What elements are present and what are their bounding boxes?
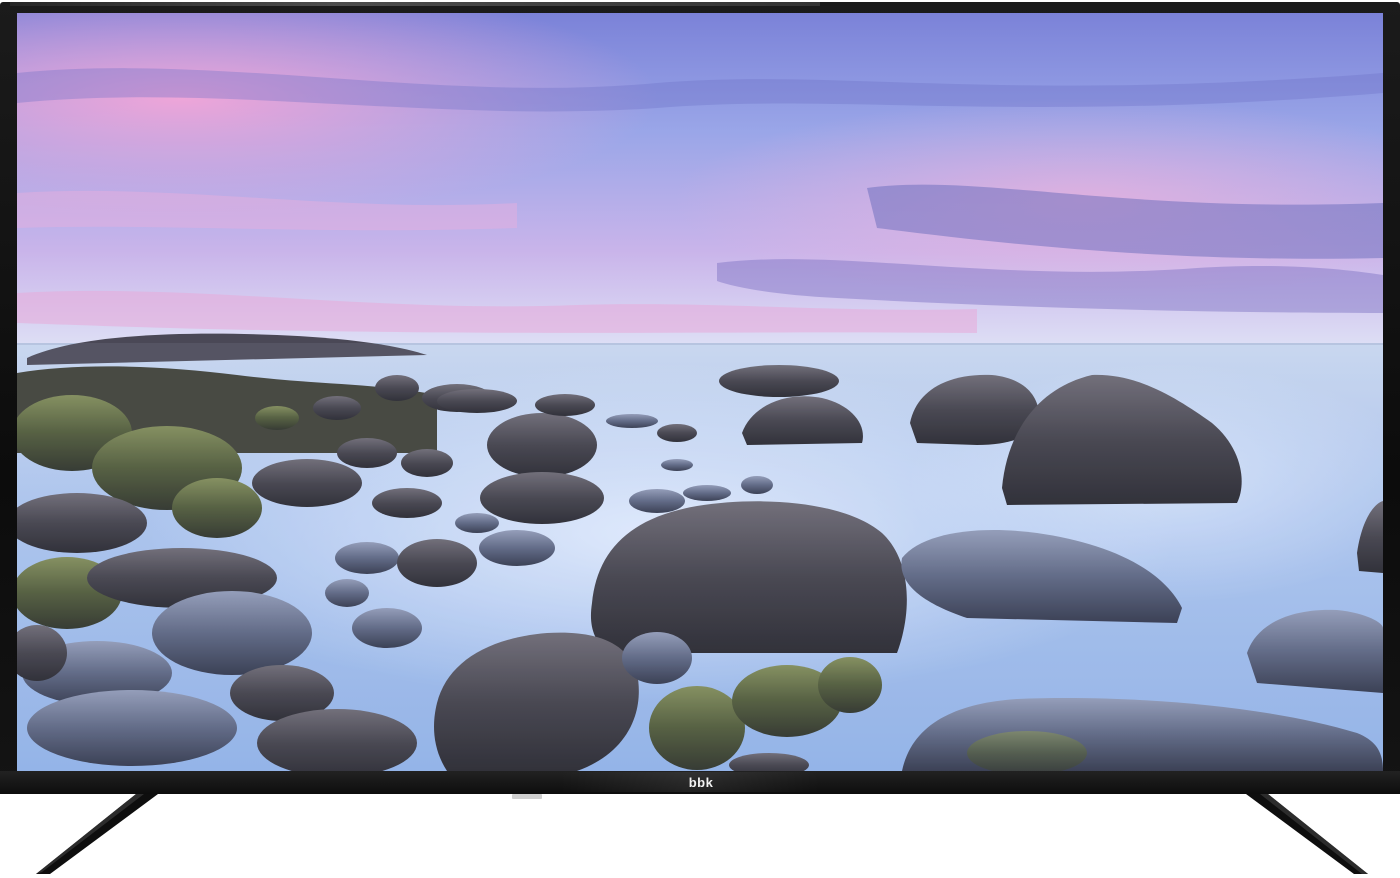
- brand-logo: bbk: [688, 775, 714, 790]
- ir-sensor: [512, 794, 542, 799]
- stand-right-leg: [1246, 794, 1368, 874]
- seascape-image: [17, 13, 1383, 771]
- tv-product-image: bbk: [0, 0, 1400, 878]
- stand-left-leg: [36, 794, 158, 874]
- tv-screen: [17, 13, 1383, 771]
- bezel-top-highlight: [10, 2, 820, 6]
